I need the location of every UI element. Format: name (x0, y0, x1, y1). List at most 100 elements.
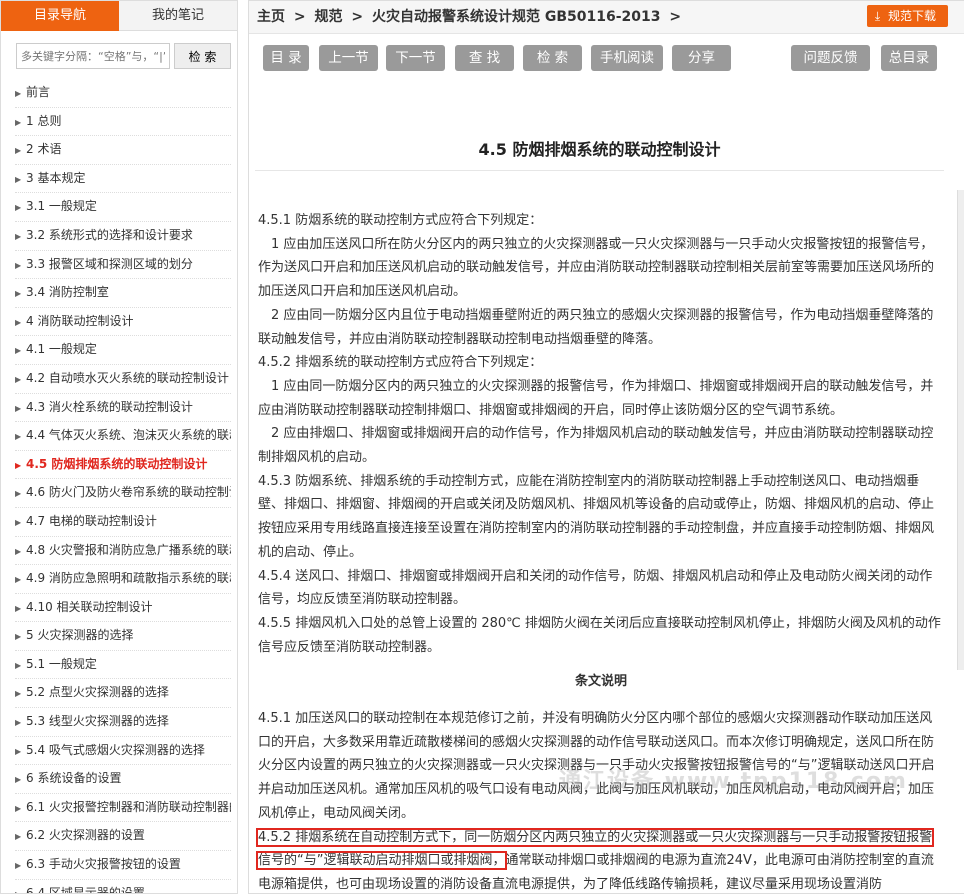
toc-item[interactable]: ▶ 3.3 报警区域和探测区域的划分 (15, 251, 231, 280)
clause-4-5-3: 4.5.3 防烟系统、排烟系统的手动控制方式，应能在消防控制室内的消防联动控制器… (258, 473, 935, 560)
toc-item[interactable]: ▶ 3.2 系统形式的选择和设计要求 (15, 222, 231, 251)
toc-item[interactable]: ▶6.4 区域显示器的设置 (15, 880, 231, 894)
toc-item-label: 6.4 区域显示器的设置 (26, 885, 145, 894)
chevron-right-icon: ▶ (15, 146, 22, 156)
download-label: 规范下载 (887, 9, 936, 23)
toc-item[interactable]: ▶ 6.2 火灾探测器的设置 (15, 822, 231, 852)
toc-item[interactable]: ▶ 5.3 线型火灾探测器的选择 (15, 708, 231, 737)
search-button[interactable]: 检 索 (174, 43, 231, 69)
toc-item[interactable]: ▶ 4.7 电梯的联动控制设计 (15, 508, 231, 537)
toc-item[interactable]: ▶ 4.1 一般规定 (15, 336, 231, 365)
toc-item[interactable]: ▶ 4.2 自动喷水灭火系统的联动控制设计 (15, 365, 231, 394)
toc-item-label: 4.5 防烟排烟系统的联动控制设计 (26, 456, 208, 471)
toc-item-label: 6.2 火灾探测器的设置 (26, 828, 145, 843)
chevron-right-icon: ▶ (15, 689, 22, 699)
scrollbar[interactable] (957, 190, 964, 670)
toc-item[interactable]: ▶ 4.10 相关联动控制设计 (15, 594, 231, 623)
chevron-right-icon: ▶ (15, 89, 22, 98)
search-input[interactable] (16, 43, 170, 69)
commentary-4-5-1: 4.5.1 加压送风口的联动控制在本规范修订之前，并没有明确防火分区内哪个部位的… (258, 711, 935, 821)
share-button[interactable]: 分享 (672, 45, 731, 71)
chevron-right-icon: ▶ (15, 432, 22, 442)
chevron-right-icon: ▶ (15, 517, 22, 527)
chevron-right-icon: ▶ (15, 489, 22, 499)
chevron-right-icon: ▶ (15, 861, 22, 871)
chevron-right-icon: ▶ (15, 632, 22, 642)
toc-item-label: 4.9 消防应急照明和疏散指示系统的联动控制设计 (26, 571, 231, 586)
toc-item[interactable]: ▶ 1 总则 (15, 108, 231, 137)
breadcrumb: 主页 > 规范 > 火灾自动报警系统设计规范 GB50116-2013 > ⤓ … (249, 1, 964, 34)
toc-item[interactable]: ▶ 3.4 消防控制室 (15, 279, 231, 308)
toc-item-label: 4.7 电梯的联动控制设计 (26, 513, 157, 528)
chevron-right-icon: ▶ (15, 403, 22, 413)
tab-my-notes[interactable]: 我的笔记 (119, 1, 237, 31)
toc-item-label: 3 基本规定 (26, 170, 86, 185)
toc-item-label: 4.4 气体灭火系统、泡沫灭火系统的联动控制设计 (26, 428, 231, 443)
prev-section-button[interactable]: 上一节 (319, 45, 378, 71)
chevron-right-icon: ▶ (15, 660, 22, 670)
toc-item-label: 3.3 报警区域和探测区域的划分 (26, 256, 193, 271)
toc-item[interactable]: ▶ 4.9 消防应急照明和疏散指示系统的联动控制设计 (15, 565, 231, 594)
commentary-heading: 条文说明 (574, 674, 627, 690)
chevron-right-icon: ▶ (15, 546, 22, 556)
toc-item-label: 4.8 火灾警报和消防应急广播系统的联动控制设计 (26, 542, 231, 557)
clause-item: 1 应由同一防烟分区内的两只独立的火灾探测器的报警信号，作为排烟口、排烟窗或排烟… (258, 378, 934, 418)
find-button[interactable]: 查 找 (455, 45, 514, 71)
clause-item: 2 应由同一防烟分区内且位于电动挡烟垂壁附近的两只独立的感烟火灾探测器的报警信号… (258, 307, 934, 347)
toc-item[interactable]: ▶ 4.4 气体灭火系统、泡沫灭火系统的联动控制设计 (15, 422, 231, 451)
breadcrumb-home[interactable]: 主页 (257, 9, 285, 25)
toc-item[interactable]: ▶ 前言 (15, 79, 231, 108)
breadcrumb-standard[interactable]: 火灾自动报警系统设计规范 GB50116-2013 (372, 9, 661, 25)
toc-item-label: 3.2 系统形式的选择和设计要求 (26, 227, 193, 242)
toc-item-label: 5 火灾探测器的选择 (26, 628, 134, 643)
toc-item[interactable]: ▶ 5.1 一般规定 (15, 651, 231, 680)
chevron-right-icon: ▶ (15, 803, 22, 813)
toc-item-label: 5.1 一般规定 (26, 656, 97, 671)
toc-item[interactable]: ▶ 6.3 手动火灾报警按钮的设置 (15, 851, 231, 880)
toc-item[interactable]: ▶ 2 术语 (15, 136, 231, 165)
toc-item[interactable]: ▶ 3 基本规定 (15, 165, 231, 194)
clause-4-5-5: 4.5.5 排烟风机入口处的总管上设置的 280℃ 排烟防火阀在关闭后应直接联动… (258, 615, 941, 655)
chevron-right-icon: ▶ (15, 881, 26, 893)
chevron-right-icon: ▶ (15, 317, 22, 327)
toc-item[interactable]: ▶ 3.1 一般规定 (15, 193, 231, 222)
toc-item[interactable]: ▶ 4.8 火灾警报和消防应急广播系统的联动控制设计 (15, 537, 231, 566)
toc-item[interactable]: ▶ 6.1 火灾报警控制器和消防联动控制器的设置 (15, 794, 231, 823)
download-button[interactable]: ⤓ 规范下载 (866, 5, 948, 27)
toc-item[interactable]: ▶ 5.2 点型火灾探测器的选择 (15, 679, 231, 709)
breadcrumb-sep: > (351, 9, 364, 25)
mobile-read-button[interactable]: 手机阅读 (591, 45, 663, 71)
toc-item-label: 3.1 一般规定 (26, 199, 97, 214)
page-title: 4.5 防烟排烟系统的联动控制设计 (255, 136, 944, 171)
master-toc-button[interactable]: 总目录 (881, 45, 937, 71)
toc-item[interactable]: ▶ 4.5 防烟排烟系统的联动控制设计 (15, 451, 231, 480)
clause-4-5-4: 4.5.4 送风口、排烟口、排烟窗或排烟阀开启和关闭的动作信号，防烟、排烟风机启… (258, 568, 933, 608)
toc-item[interactable]: ▶ 4.3 消火栓系统的联动控制设计 (15, 394, 231, 423)
toc-item[interactable]: ▶ 4 消防联动控制设计 (15, 308, 231, 337)
search-doc-button[interactable]: 检 索 (523, 45, 582, 71)
toc-button[interactable]: 目 录 (263, 45, 309, 71)
toc-item[interactable]: ▶ 6 系统设备的设置 (15, 765, 231, 794)
toc-item-label: 5.3 线型火灾探测器的选择 (26, 714, 169, 729)
chevron-right-icon: ▶ (15, 746, 22, 756)
sidebar: 目录导航 我的笔记 检 索 ▶ 前言 ▶ 1 总则 ▶ 2 术语 ▶ 3 基本规定 ▶ 3.1 一… (0, 0, 238, 894)
toc-item[interactable]: ▶ 5.4 吸气式感烟火灾探测器的选择 (15, 737, 231, 766)
breadcrumb-spec[interactable]: 规范 (314, 9, 342, 25)
toc-item-label: 6.1 火灾报警控制器和消防联动控制器的设置 (26, 799, 231, 814)
feedback-button[interactable]: 问题反馈 (791, 45, 870, 71)
main-panel: 主页 > 规范 > 火灾自动报警系统设计规范 GB50116-2013 > ⤓ … (248, 0, 964, 894)
next-section-button[interactable]: 下一节 (386, 45, 445, 71)
toc-item-label: 4.1 一般规定 (26, 342, 97, 357)
clause-item: 1 应由加压送风口所在防火分区内的两只独立的火灾探测器或一只火灾探测器与一只手动… (258, 236, 935, 300)
toc-item-label: 4.10 相关联动控制设计 (26, 599, 153, 614)
toc-item-label: 4.3 消火栓系统的联动控制设计 (26, 399, 193, 414)
toc-item-label: 4.2 自动喷水灭火系统的联动控制设计 (26, 370, 229, 385)
article-body: 4.5.1 防烟系统的联动控制方式应符合下列规定： 1 应由加压送风口所在防火分… (249, 209, 964, 893)
toc-item[interactable]: ▶ 4.6 防火门及防火卷帘系统的联动控制设计 (15, 479, 231, 508)
toc-item-label: 6.3 手动火灾报警按钮的设置 (26, 857, 181, 872)
tab-directory[interactable]: 目录导航 (1, 1, 119, 31)
chevron-right-icon: ▶ (15, 174, 22, 184)
chevron-right-icon: ▶ (15, 718, 22, 728)
toc-item[interactable]: ▶ 5 火灾探测器的选择 (15, 622, 231, 651)
chevron-right-icon: ▶ (15, 203, 22, 213)
